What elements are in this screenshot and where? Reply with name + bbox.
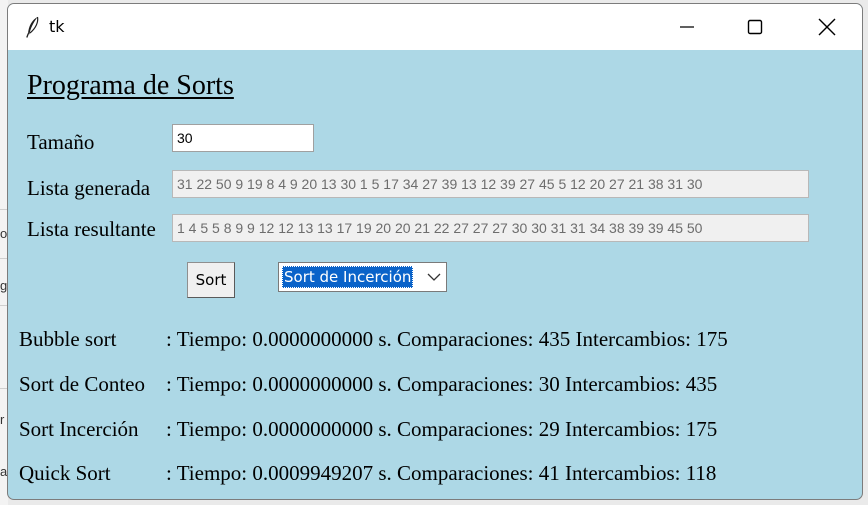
generated-list-field[interactable]: 31 22 50 9 19 8 4 9 20 13 30 1 5 17 34 2… xyxy=(172,170,809,198)
page-title: Programa de Sorts xyxy=(27,70,234,101)
close-icon xyxy=(818,18,836,36)
result-name-insertion: Sort Incerción xyxy=(19,417,139,441)
title-bar[interactable]: tk xyxy=(8,4,862,50)
window-title: tk xyxy=(49,17,65,36)
size-input[interactable]: 30 xyxy=(172,124,314,152)
size-label: Tamaño xyxy=(27,130,95,154)
result-list-label: Lista resultante xyxy=(27,217,156,241)
result-stats-counting: : Tiempo: 0.0000000000 s. Comparaciones:… xyxy=(166,372,718,396)
result-stats-insertion: : Tiempo: 0.0000000000 s. Comparaciones:… xyxy=(166,417,718,441)
minimize-button[interactable] xyxy=(653,4,721,50)
sort-button[interactable]: Sort xyxy=(187,262,235,298)
chevron-down-icon[interactable] xyxy=(427,271,441,283)
algorithm-select[interactable]: Sort de Incerción xyxy=(278,262,447,292)
result-name-quick: Quick Sort xyxy=(19,461,111,485)
maximize-icon xyxy=(747,19,763,35)
close-button[interactable] xyxy=(793,4,861,50)
result-stats-quick: : Tiempo: 0.0009949207 s. Comparaciones:… xyxy=(166,461,717,485)
algorithm-select-value: Sort de Incerción xyxy=(282,266,414,288)
result-list-field[interactable]: 1 4 5 5 8 9 9 12 12 13 13 17 19 20 20 21… xyxy=(172,214,809,242)
background-text-fragment: r xyxy=(0,412,5,427)
minimize-icon xyxy=(680,26,694,28)
feather-icon xyxy=(26,16,39,38)
generated-list-label: Lista generada xyxy=(27,176,151,200)
maximize-button[interactable] xyxy=(721,4,789,50)
app-window: tk Programa de Sorts Tamaño 30 Lista gen… xyxy=(7,3,863,500)
result-stats-bubble: : Tiempo: 0.0000000000 s. Comparaciones:… xyxy=(166,327,728,351)
result-name-bubble: Bubble sort xyxy=(19,327,117,351)
result-name-counting: Sort de Conteo xyxy=(19,372,145,396)
